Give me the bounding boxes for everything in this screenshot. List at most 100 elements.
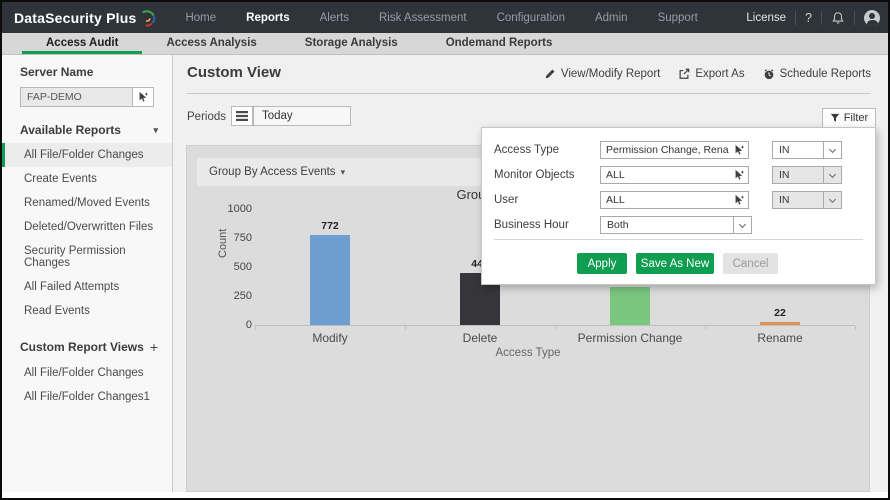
divider [821, 11, 822, 25]
sidebar-item-all-failed-attempts[interactable]: All Failed Attempts [2, 275, 172, 299]
nav-item-configuration[interactable]: Configuration [482, 2, 580, 33]
funnel-icon [830, 113, 840, 123]
bar-permission-change[interactable] [610, 287, 650, 325]
nav-item-reports[interactable]: Reports [231, 2, 304, 33]
license-link[interactable]: License [746, 12, 786, 24]
x-tick-mark [705, 326, 706, 330]
nav-item-support[interactable]: Support [643, 2, 713, 33]
y-tick-250: 250 [212, 290, 252, 302]
select-business-hour[interactable]: Both [600, 216, 752, 234]
export-icon [678, 68, 690, 80]
chevron-down-icon: ▾ [153, 125, 158, 136]
brand-logo[interactable]: DataSecurity Plus [2, 9, 170, 27]
apply-button[interactable]: Apply [577, 253, 627, 274]
nav-item-admin[interactable]: Admin [580, 2, 643, 33]
main-nav: HomeReportsAlertsRisk AssessmentConfigur… [170, 2, 712, 33]
export-as-button[interactable]: Export As [678, 68, 744, 80]
chevron-down-icon: ▾ [341, 167, 346, 178]
module-tabbar: Access AuditAccess AnalysisStorage Analy… [2, 33, 888, 55]
server-selector: FAP-DEMO [20, 87, 154, 107]
x-category-modify: Modify [255, 331, 405, 345]
available-reports-header[interactable]: Available Reports ▾ [20, 123, 158, 137]
bar-modify[interactable] [310, 235, 350, 325]
view-modify-report-button[interactable]: View/Modify Report [544, 68, 661, 80]
filter-row-label-monitor-objects: Monitor Objects [494, 169, 575, 181]
operator-select-access-type[interactable]: IN [772, 141, 842, 159]
sidebar-item-deleted-overwritten-files[interactable]: Deleted/Overwritten Files [2, 215, 172, 239]
brand-name: DataSecurity Plus [14, 10, 136, 26]
picker-button-access-type[interactable] [729, 141, 749, 159]
filter-value-monitor-objects[interactable]: ALL [600, 166, 730, 184]
filter-button[interactable]: Filter [822, 108, 876, 128]
sidebar-item-all-file-folder-changes1[interactable]: All File/Folder Changes1 [2, 385, 172, 409]
custom-report-views-header[interactable]: Custom Report Views + [20, 339, 158, 355]
add-custom-view-icon[interactable]: + [150, 339, 158, 355]
operator-value: IN [773, 144, 823, 156]
y-tick-500: 500 [212, 261, 252, 273]
sidebar-item-create-events[interactable]: Create Events [2, 167, 172, 191]
notifications-bell-icon[interactable] [831, 11, 845, 25]
sidebar-item-renamed-moved-events[interactable]: Renamed/Moved Events [2, 191, 172, 215]
content-body: Server Name FAP-DEMO Available Reports ▾… [2, 55, 888, 496]
object-picker-icon [733, 194, 745, 206]
list-icon [236, 111, 248, 121]
y-tick-1000: 1000 [212, 203, 252, 215]
cancel-button[interactable]: Cancel [723, 253, 778, 274]
period-value-box[interactable]: Today [253, 106, 351, 126]
sidebar-item-all-file-folder-changes[interactable]: All File/Folder Changes [2, 143, 172, 167]
bar-value-rename: 22 [750, 307, 810, 319]
sidebar: Server Name FAP-DEMO Available Reports ▾… [2, 55, 173, 496]
filter-value-access-type[interactable]: Permission Change, Rename, De [600, 141, 730, 159]
panel-divider [494, 239, 863, 240]
x-category-delete: Delete [405, 331, 555, 345]
schedule-reports-button[interactable]: Schedule Reports [763, 68, 871, 80]
filter-button-label: Filter [844, 112, 868, 124]
operator-value: IN [773, 194, 823, 206]
sidebar-item-security-permission-changes[interactable]: Security Permission Changes [2, 239, 172, 275]
server-picker-button[interactable] [132, 87, 154, 107]
schedule-reports-label: Schedule Reports [780, 68, 871, 80]
filter-row-label-user: User [494, 194, 518, 206]
sidebar-item-read-events[interactable]: Read Events [2, 299, 172, 323]
filter-row-label-business-hour: Business Hour [494, 219, 569, 231]
picker-button-user[interactable] [729, 191, 749, 209]
picker-button-monitor-objects[interactable] [729, 166, 749, 184]
custom-report-views-label: Custom Report Views [20, 340, 144, 354]
x-tick-mark [405, 326, 406, 330]
sidebar-item-all-file-folder-changes[interactable]: All File/Folder Changes [2, 361, 172, 385]
app-window: DataSecurity Plus HomeReportsAlertsRisk … [0, 0, 890, 500]
filter-panel: Apply Save As New Cancel Access TypePerm… [481, 127, 876, 285]
nav-item-risk-assessment[interactable]: Risk Assessment [364, 2, 482, 33]
nav-item-alerts[interactable]: Alerts [305, 2, 364, 33]
tab-access-analysis[interactable]: Access Analysis [142, 33, 280, 54]
periods-label: Periods [187, 111, 226, 123]
chevron-down-icon [823, 142, 841, 158]
available-reports-label: Available Reports [20, 123, 121, 137]
bar-rename[interactable] [760, 322, 800, 325]
divider [854, 11, 855, 25]
footer-strip [2, 492, 888, 498]
tab-storage-analysis[interactable]: Storage Analysis [281, 33, 422, 54]
x-tick-mark [855, 326, 856, 330]
brand-swirl-icon [138, 9, 156, 27]
chevron-down-icon [733, 217, 751, 233]
nav-item-home[interactable]: Home [170, 2, 231, 33]
server-name-label: Server Name [20, 65, 154, 79]
tab-access-audit[interactable]: Access Audit [22, 33, 142, 54]
help-icon[interactable]: ? [805, 11, 812, 25]
save-as-new-button[interactable]: Save As New [636, 253, 714, 274]
filter-value-user[interactable]: ALL [600, 191, 730, 209]
object-picker-icon [733, 169, 745, 181]
periods-list-button[interactable] [231, 106, 253, 126]
group-by-label: Group By Access Events [209, 166, 336, 178]
available-reports-list: All File/Folder ChangesCreate EventsRena… [2, 143, 172, 323]
header-divider [187, 93, 871, 94]
server-input[interactable]: FAP-DEMO [20, 87, 132, 107]
select-value: Both [601, 219, 733, 231]
bar-value-modify: 772 [300, 220, 360, 232]
custom-views-list: All File/Folder ChangesAll File/Folder C… [2, 361, 172, 409]
x-category-permission-change: Permission Change [555, 331, 705, 345]
user-avatar[interactable] [864, 10, 880, 26]
object-picker-icon [733, 144, 745, 156]
tab-ondemand-reports[interactable]: Ondemand Reports [422, 33, 577, 54]
